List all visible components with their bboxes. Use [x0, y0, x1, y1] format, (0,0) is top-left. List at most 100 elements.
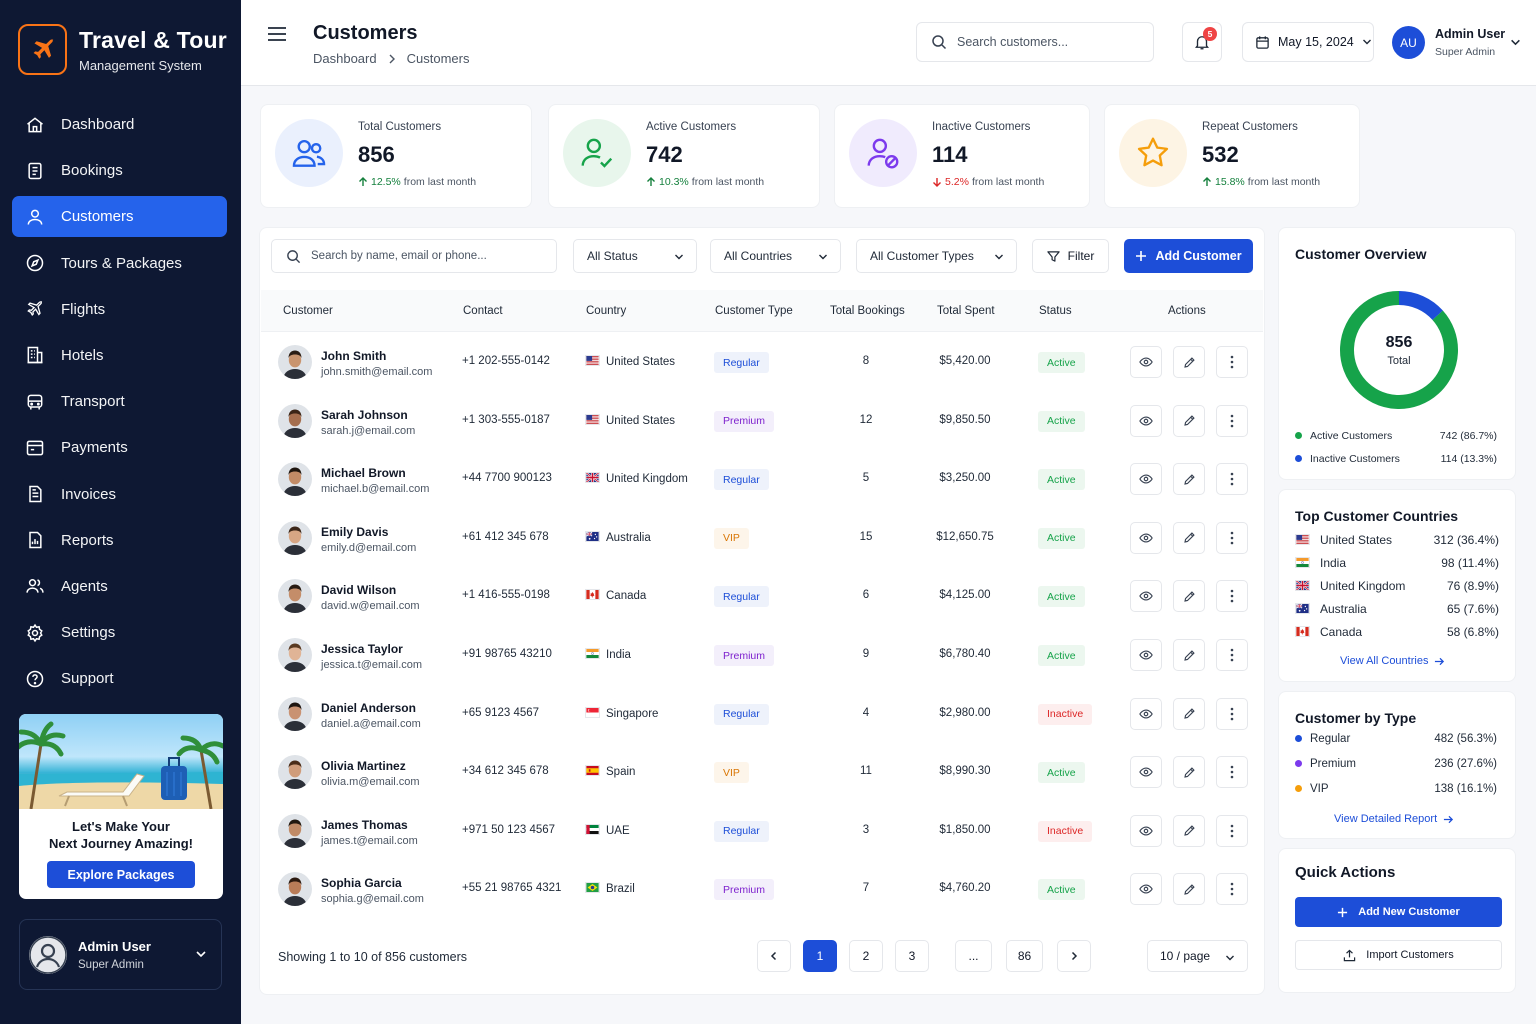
view-button[interactable]: [1130, 814, 1162, 847]
table-row[interactable]: James Thomas james.t@email.com +971 50 1…: [260, 802, 1264, 861]
more-options-button[interactable]: [1216, 756, 1248, 789]
table-row[interactable]: Sarah Johnson sarah.j@email.com +1 303-5…: [260, 392, 1264, 451]
sidebar-item-flights[interactable]: Flights: [12, 289, 227, 330]
customer-name[interactable]: Daniel Anderson: [321, 701, 416, 715]
add-new-customer-button[interactable]: Add New Customer: [1295, 897, 1502, 927]
table-row[interactable]: Olivia Martinez olivia.m@email.com +34 6…: [260, 743, 1264, 802]
edit-button[interactable]: [1173, 346, 1205, 378]
column-header-country[interactable]: Country: [586, 305, 626, 317]
view-button[interactable]: [1130, 463, 1162, 496]
view-button[interactable]: [1130, 697, 1162, 730]
more-vertical-icon: [1230, 648, 1234, 662]
more-options-button[interactable]: [1216, 814, 1248, 847]
table-row[interactable]: Jessica Taylor jessica.t@email.com +91 9…: [260, 626, 1264, 685]
header-search-input[interactable]: [957, 35, 1137, 49]
sidebar-item-support[interactable]: Support: [12, 658, 227, 699]
table-row[interactable]: Michael Brown michael.b@email.com +44 77…: [260, 450, 1264, 509]
more-options-button[interactable]: [1216, 463, 1248, 496]
view-button[interactable]: [1130, 346, 1162, 378]
column-header-contact[interactable]: Contact: [463, 305, 503, 317]
breadcrumb-dashboard[interactable]: Dashboard: [313, 51, 377, 66]
view-detailed-report-link[interactable]: View Detailed Report: [1334, 813, 1454, 825]
column-header-status[interactable]: Status: [1039, 305, 1072, 317]
table-row[interactable]: David Wilson david.w@email.com +1 416-55…: [260, 567, 1264, 626]
more-options-button[interactable]: [1216, 697, 1248, 730]
view-button[interactable]: [1130, 756, 1162, 789]
explore-packages-button[interactable]: Explore Packages: [47, 861, 195, 888]
customer-name[interactable]: Sarah Johnson: [321, 408, 408, 422]
add-customer-button[interactable]: Add Customer: [1124, 239, 1253, 273]
table-row[interactable]: Daniel Anderson daniel.a@email.com +65 9…: [260, 685, 1264, 744]
customer-types-select[interactable]: All Customer Types: [856, 239, 1017, 273]
filter-button[interactable]: Filter: [1032, 239, 1109, 273]
more-options-button[interactable]: [1216, 639, 1248, 671]
column-header-total-bookings[interactable]: Total Bookings: [830, 305, 905, 317]
table-row[interactable]: John Smith john.smith@email.com +1 202-5…: [260, 333, 1264, 392]
edit-button[interactable]: [1173, 463, 1205, 496]
edit-button[interactable]: [1173, 873, 1205, 906]
edit-button[interactable]: [1173, 521, 1205, 554]
customer-name[interactable]: James Thomas: [321, 818, 408, 832]
sidebar-item-transport[interactable]: Transport: [12, 381, 227, 422]
more-options-button[interactable]: [1216, 873, 1248, 906]
import-customers-button[interactable]: Import Customers: [1295, 940, 1502, 970]
pagination-page-last[interactable]: 86: [1006, 940, 1043, 972]
view-button[interactable]: [1130, 873, 1162, 906]
pagination-prev-button[interactable]: [757, 940, 791, 972]
customer-name[interactable]: Michael Brown: [321, 466, 406, 480]
hamburger-menu-icon[interactable]: [267, 24, 287, 44]
header-user-menu[interactable]: AU Admin User Super Admin: [1392, 26, 1505, 59]
pagination-ellipsis[interactable]: ...: [955, 940, 992, 972]
edit-button[interactable]: [1173, 580, 1205, 613]
countries-select[interactable]: All Countries: [710, 239, 841, 273]
table-row[interactable]: Emily Davis emily.d@email.com +61 412 34…: [260, 509, 1264, 568]
sidebar-item-invoices[interactable]: Invoices: [12, 474, 227, 515]
view-button[interactable]: [1130, 404, 1162, 437]
legend-label: Inactive Customers: [1310, 453, 1400, 465]
per-page-select[interactable]: 10 / page: [1147, 940, 1248, 972]
chevron-down-icon[interactable]: [1510, 37, 1521, 48]
pagination-page-2[interactable]: 2: [849, 940, 883, 972]
edit-button[interactable]: [1173, 756, 1205, 789]
more-options-button[interactable]: [1216, 580, 1248, 613]
customer-name[interactable]: Emily Davis: [321, 525, 388, 539]
sidebar-item-settings[interactable]: Settings: [12, 612, 227, 653]
sidebar-item-hotels[interactable]: Hotels: [12, 335, 227, 376]
notifications-button[interactable]: 5: [1182, 22, 1222, 62]
more-options-button[interactable]: [1216, 521, 1248, 554]
sidebar-item-bookings[interactable]: Bookings: [12, 150, 227, 191]
sidebar-item-dashboard[interactable]: Dashboard: [12, 104, 227, 145]
sidebar-user-card[interactable]: Admin User Super Admin: [19, 919, 222, 990]
view-button[interactable]: [1130, 639, 1162, 671]
brand[interactable]: Travel & Tour Management System: [18, 24, 227, 75]
view-all-countries-link[interactable]: View All Countries: [1340, 655, 1445, 667]
more-options-button[interactable]: [1216, 404, 1248, 437]
table-row[interactable]: Sophia Garcia sophia.g@email.com +55 21 …: [260, 860, 1264, 919]
column-header-customer[interactable]: Customer: [283, 305, 333, 317]
more-options-button[interactable]: [1216, 346, 1248, 378]
pagination-page-3[interactable]: 3: [895, 940, 929, 972]
customer-name[interactable]: Jessica Taylor: [321, 642, 403, 656]
customer-name[interactable]: John Smith: [321, 349, 386, 363]
view-button[interactable]: [1130, 580, 1162, 613]
edit-button[interactable]: [1173, 697, 1205, 730]
column-header-total-spent[interactable]: Total Spent: [937, 305, 995, 317]
status-select[interactable]: All Status: [573, 239, 697, 273]
date-picker[interactable]: May 15, 2024: [1242, 22, 1374, 62]
customer-name[interactable]: David Wilson: [321, 583, 396, 597]
edit-button[interactable]: [1173, 639, 1205, 671]
column-header-customer-type[interactable]: Customer Type: [715, 305, 793, 317]
edit-button[interactable]: [1173, 404, 1205, 437]
sidebar-item-customers[interactable]: Customers: [12, 196, 227, 238]
sidebar-item-reports[interactable]: Reports: [12, 520, 227, 561]
sidebar-item-payments[interactable]: Payments: [12, 427, 227, 468]
customer-name[interactable]: Olivia Martinez: [321, 759, 406, 773]
view-button[interactable]: [1130, 521, 1162, 554]
customer-name[interactable]: Sophia Garcia: [321, 876, 402, 890]
edit-button[interactable]: [1173, 814, 1205, 847]
sidebar-item-tours-packages[interactable]: Tours & Packages: [12, 243, 227, 284]
sidebar-item-agents[interactable]: Agents: [12, 566, 227, 607]
table-search-input[interactable]: [311, 250, 541, 262]
pagination-next-button[interactable]: [1057, 940, 1091, 972]
pagination-page-1[interactable]: 1: [803, 940, 837, 972]
